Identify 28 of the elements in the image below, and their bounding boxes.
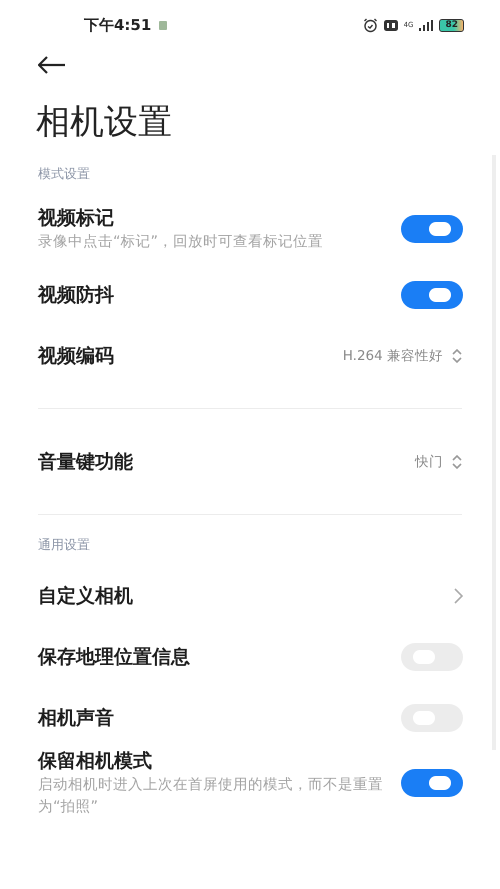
- toggle-switch[interactable]: [401, 280, 463, 308]
- value-selector[interactable]: 快门: [415, 452, 463, 470]
- setting-label: 视频防抖: [38, 282, 115, 308]
- status-time: 下午4:51: [84, 16, 152, 34]
- toggle-switch[interactable]: [401, 215, 463, 243]
- setting-label: 自定义相机: [38, 584, 134, 608]
- toggle-switch[interactable]: [401, 769, 463, 797]
- battery-level: 82: [439, 18, 464, 32]
- setting-label: 保留相机模式: [38, 749, 153, 774]
- page-title: 相机设置: [36, 101, 173, 144]
- setting-description: 录像中点击“标记”，回放时可查看标记位置: [38, 233, 324, 252]
- setting-label: 视频标记: [38, 206, 115, 231]
- alarm-clock-icon: [362, 18, 378, 32]
- setting-label: 音量键功能: [38, 450, 134, 474]
- signal-icon: [419, 20, 434, 30]
- up-down-chevron-icon: [451, 346, 463, 364]
- hd-icon: [384, 20, 398, 30]
- back-arrow-icon[interactable]: [38, 56, 66, 74]
- setting-label: 保存地理位置信息: [38, 644, 191, 670]
- setting-label: 相机声音: [38, 706, 115, 730]
- value-selector[interactable]: H.264 兼容性好: [342, 346, 463, 364]
- section-header: 通用设置: [38, 537, 91, 555]
- setting-description: 启动相机时进入上次在首屏使用的模式，而不是重置为“拍照”: [38, 776, 384, 817]
- section-header: 模式设置: [38, 166, 91, 184]
- notification-icon: [159, 20, 168, 30]
- up-down-chevron-icon: [451, 452, 463, 470]
- chevron-right-icon[interactable]: [454, 588, 463, 604]
- setting-label: 视频编码: [38, 344, 115, 368]
